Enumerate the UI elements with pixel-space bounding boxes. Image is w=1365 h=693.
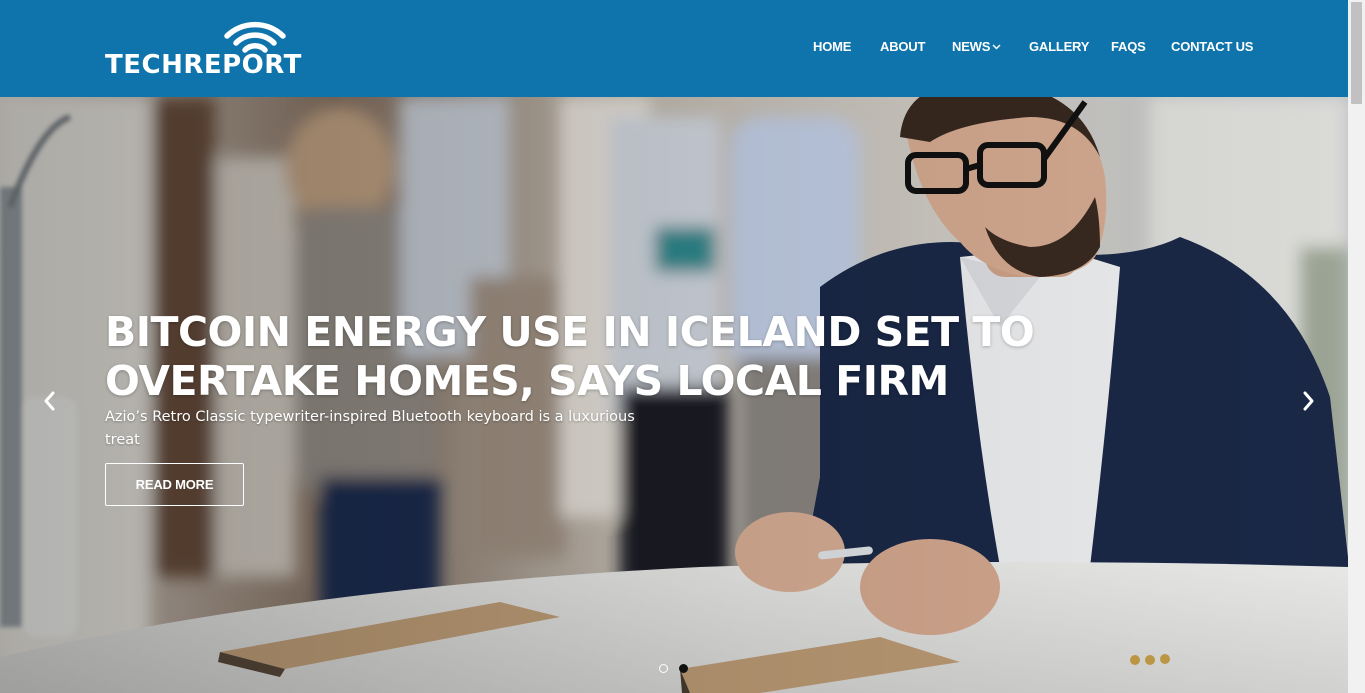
brand-name: TECHREPORT — [105, 50, 302, 80]
chevron-left-icon[interactable] — [38, 387, 62, 415]
slide-indicator-1[interactable] — [659, 664, 668, 673]
chevron-right-icon[interactable] — [1296, 387, 1320, 415]
chevron-down-icon — [992, 44, 1001, 50]
site-logo[interactable]: TECHREPORT — [105, 20, 305, 80]
hero-subline: Azio’s Retro Classic typewriter-inspired… — [105, 409, 635, 448]
nav-item-home[interactable]: HOME — [813, 38, 851, 56]
site-header: TECHREPORT HOME ABOUT NEWS GALLERY FAQS … — [0, 0, 1348, 97]
hero-headline: BITCOIN ENERGY USE IN ICELAND SET TO OVE… — [105, 308, 1035, 405]
hero-slider: BITCOIN ENERGY USE IN ICELAND SET TO OVE… — [0, 97, 1348, 693]
page-scrollbar[interactable] — [1348, 0, 1365, 693]
nav-item-contact-us[interactable]: CONTACT US — [1171, 38, 1253, 56]
nav-item-news-label: NEWS — [952, 39, 991, 54]
nav-item-faqs[interactable]: FAQS — [1111, 38, 1146, 56]
slide-indicator-2[interactable] — [679, 664, 688, 673]
nav-item-gallery[interactable]: GALLERY — [1029, 38, 1089, 56]
nav-item-about[interactable]: ABOUT — [880, 38, 925, 56]
wifi-signal-icon — [224, 21, 286, 53]
nav-item-news[interactable]: NEWS — [952, 38, 1001, 56]
read-more-button[interactable]: READ MORE — [105, 463, 244, 506]
scrollbar-thumb[interactable] — [1351, 2, 1362, 104]
